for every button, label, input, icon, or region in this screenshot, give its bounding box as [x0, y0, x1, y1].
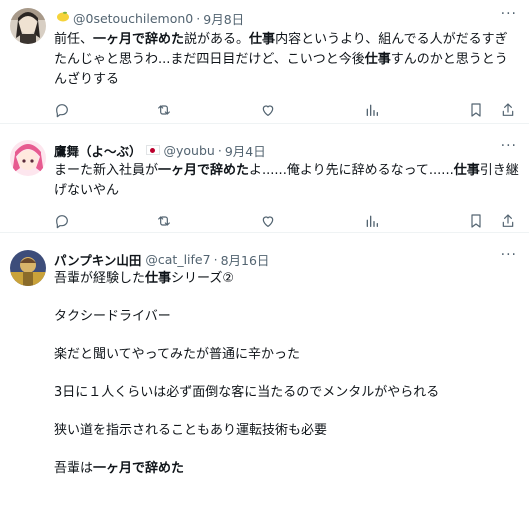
avatar[interactable]	[10, 140, 46, 176]
like-icon[interactable]	[260, 102, 278, 120]
display-name[interactable]: 鷹舞（よ〜ぶ）	[54, 141, 142, 160]
reply-icon[interactable]	[54, 102, 72, 120]
tweet-actions	[54, 209, 519, 233]
tweet-header: 鷹舞（よ〜ぶ） @youbu · 9月4日	[54, 140, 519, 160]
tweet-header: @0setouchilemon0 · 9月8日	[54, 8, 519, 28]
bookmark-icon[interactable]	[468, 213, 486, 231]
avatar[interactable]	[10, 250, 46, 286]
share-icon[interactable]	[500, 102, 518, 120]
text-segment: 狭い道を指示されることもあり運転技術も必要	[54, 423, 328, 438]
text-segment: まーた新入社員が	[54, 163, 159, 178]
like-icon[interactable]	[260, 213, 278, 231]
tweet-text: 前任、一ヶ月で辞めた説がある。仕事内容というより、組んでる人がだるすぎたんじゃと…	[54, 30, 519, 90]
more-options-icon[interactable]: ···	[501, 6, 517, 22]
text-segment: 楽だと聞いてやってみたが普通に辛かった	[54, 347, 300, 362]
paragraph: 吾輩が経験した仕事シリーズ②	[54, 269, 519, 289]
tweet-actions	[54, 98, 519, 122]
reply-icon[interactable]	[54, 213, 72, 231]
tweet-date[interactable]: 8月16日	[221, 250, 270, 269]
highlighted-text: 仕事	[453, 163, 480, 178]
display-name[interactable]: パンプキン山田	[54, 250, 141, 269]
text-segment: 前任、	[54, 32, 94, 47]
more-options-icon[interactable]: ···	[501, 138, 517, 154]
tweet[interactable]: 鷹舞（よ〜ぶ） @youbu · 9月4日 ··· まーた新入社員が一ヶ月で辞め…	[0, 124, 529, 233]
text-segment: 吾輩は	[54, 461, 94, 476]
tweet-handle[interactable]: @0setouchilemon0	[73, 11, 193, 26]
tweet-text: まーた新入社員が一ヶ月で辞めたよ......俺より先に辞めるなって......仕…	[54, 161, 519, 201]
paragraph: 3日に１人くらいは必ず面倒な客に当たるのでメンタルがやられる	[54, 383, 519, 403]
highlighted-text: 一ヶ月で辞めた	[158, 163, 250, 178]
share-icon[interactable]	[500, 213, 518, 231]
tweet-header: パンプキン山田 @cat_life7 · 8月16日	[54, 249, 519, 269]
paragraph: 楽だと聞いてやってみたが普通に辛かった	[54, 345, 519, 365]
views-icon[interactable]	[364, 213, 382, 231]
text-segment: 3日に１人くらいは必ず面倒な客に当たるのでメンタルがやられる	[54, 385, 440, 400]
highlighted-text: 一ヶ月で辞めた	[93, 32, 185, 47]
highlighted-text: 仕事	[249, 32, 276, 47]
text-segment: タクシードライバー	[54, 309, 171, 324]
tweet[interactable]: パンプキン山田 @cat_life7 · 8月16日 ··· 吾輩が経験した仕事…	[0, 233, 529, 514]
text-segment: 説がある。	[184, 32, 250, 47]
paragraph: 吾輩は一ヶ月で辞めた	[54, 459, 519, 479]
repost-icon[interactable]	[156, 102, 174, 120]
tweet-date[interactable]: 9月4日	[225, 141, 266, 160]
bookmark-icon[interactable]	[468, 102, 486, 120]
highlighted-text: 仕事	[364, 52, 391, 67]
tweet-handle[interactable]: @cat_life7	[145, 252, 210, 267]
text-segment: 吾輩が経験した	[54, 271, 146, 286]
tweet-text: 吾輩が経験した仕事シリーズ② タクシードライバー楽だと聞いてやってみたが普通に辛か…	[54, 269, 519, 479]
tweet[interactable]: @0setouchilemon0 · 9月8日 ··· 前任、一ヶ月で辞めた説が…	[0, 0, 529, 124]
tweet-handle[interactable]: @youbu	[164, 143, 215, 158]
highlighted-text: 仕事	[145, 271, 172, 286]
more-options-icon[interactable]: ···	[501, 247, 517, 263]
avatar[interactable]	[10, 8, 46, 44]
lemon-icon	[56, 11, 70, 26]
highlighted-text: 一ヶ月で辞めた	[93, 461, 185, 476]
japan-flag-icon	[145, 145, 160, 155]
paragraph: 狭い道を指示されることもあり運転技術も必要	[54, 421, 519, 441]
tweet-date[interactable]: 9月8日	[203, 9, 244, 28]
text-segment: よ......俺より先に辞めるなって......	[249, 163, 454, 178]
paragraph: タクシードライバー	[54, 307, 519, 327]
timeline-feed: @0setouchilemon0 · 9月8日 ··· 前任、一ヶ月で辞めた説が…	[0, 0, 529, 514]
views-icon[interactable]	[364, 102, 382, 120]
separator-dot: ·	[196, 10, 201, 26]
repost-icon[interactable]	[156, 213, 174, 231]
separator-dot: ·	[217, 142, 222, 158]
text-segment: シリーズ②	[171, 271, 235, 286]
separator-dot: ·	[213, 251, 218, 267]
